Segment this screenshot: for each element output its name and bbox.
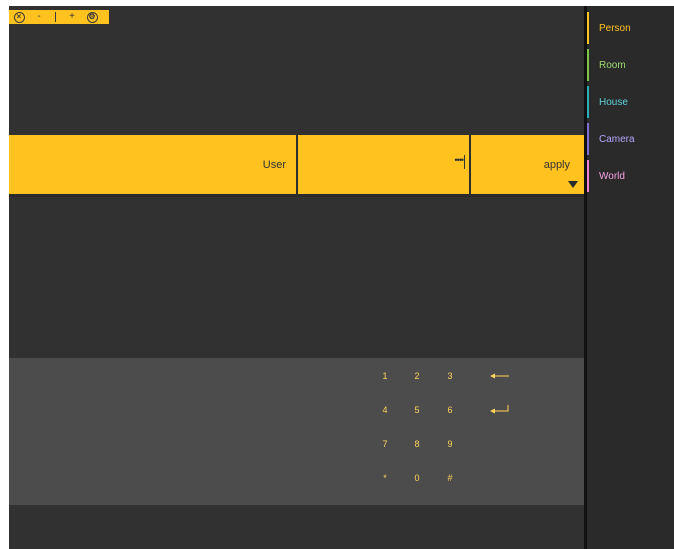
maximize-button[interactable]: +: [62, 10, 82, 24]
sidebar-item-person[interactable]: Person: [587, 12, 674, 44]
password-field[interactable]: ••••: [298, 135, 471, 194]
password-value: ••••: [454, 155, 464, 165]
keypad-key-3[interactable]: 3: [440, 366, 460, 386]
sidebar-item-house[interactable]: House: [587, 86, 674, 118]
apply-button[interactable]: apply: [471, 135, 584, 194]
enter-return-icon[interactable]: [487, 400, 513, 420]
keypad-key-hash[interactable]: #: [440, 468, 460, 488]
sidebar: Person Room House Camera World: [584, 6, 674, 549]
keypad-key-star[interactable]: *: [375, 468, 395, 488]
keypad-key-8[interactable]: 8: [407, 434, 427, 454]
close-button[interactable]: ×: [9, 10, 29, 24]
keypad-key-7[interactable]: 7: [375, 434, 395, 454]
plus-label: +: [69, 11, 75, 22]
keypad-key-0[interactable]: 0: [407, 468, 427, 488]
main-panel: × - + ⚙ User •••• apply 1 2 3 4 5 6 7 8 …: [9, 6, 584, 549]
keypad-key-2[interactable]: 2: [407, 366, 427, 386]
settings-button[interactable]: ⚙: [82, 10, 102, 24]
login-bar: User •••• apply: [9, 135, 584, 197]
keypad-key-6[interactable]: 6: [440, 400, 460, 420]
window-controls: × - + ⚙: [9, 10, 109, 24]
sidebar-item-label: Person: [599, 22, 631, 34]
minus-label: -: [37, 11, 41, 22]
numeric-keypad: 1 2 3 4 5 6 7 8 9 * 0 #: [9, 358, 584, 505]
text-caret: [464, 155, 465, 169]
keypad-key-9[interactable]: 9: [440, 434, 460, 454]
sidebar-item-label: Camera: [599, 133, 635, 145]
minimize-button[interactable]: -: [29, 10, 49, 24]
sidebar-item-label: World: [599, 170, 625, 182]
controls-divider: [55, 12, 56, 22]
dropdown-arrow-icon[interactable]: [568, 181, 578, 188]
backspace-arrow-icon[interactable]: [487, 366, 513, 386]
close-circle-icon: ×: [13, 11, 25, 23]
sidebar-item-label: Room: [599, 59, 626, 71]
sidebar-item-camera[interactable]: Camera: [587, 123, 674, 155]
keypad-key-1[interactable]: 1: [375, 366, 395, 386]
user-label: User: [262, 159, 286, 171]
sidebar-item-label: House: [599, 96, 628, 108]
gear-circle-icon: ⚙: [86, 11, 98, 23]
keypad-key-5[interactable]: 5: [407, 400, 427, 420]
sidebar-item-room[interactable]: Room: [587, 49, 674, 81]
keypad-key-4[interactable]: 4: [375, 400, 395, 420]
app-window: × - + ⚙ User •••• apply 1 2 3 4 5 6 7 8 …: [9, 6, 674, 549]
sidebar-item-world[interactable]: World: [587, 160, 674, 192]
user-field[interactable]: User: [9, 135, 298, 194]
apply-label: apply: [543, 159, 570, 171]
